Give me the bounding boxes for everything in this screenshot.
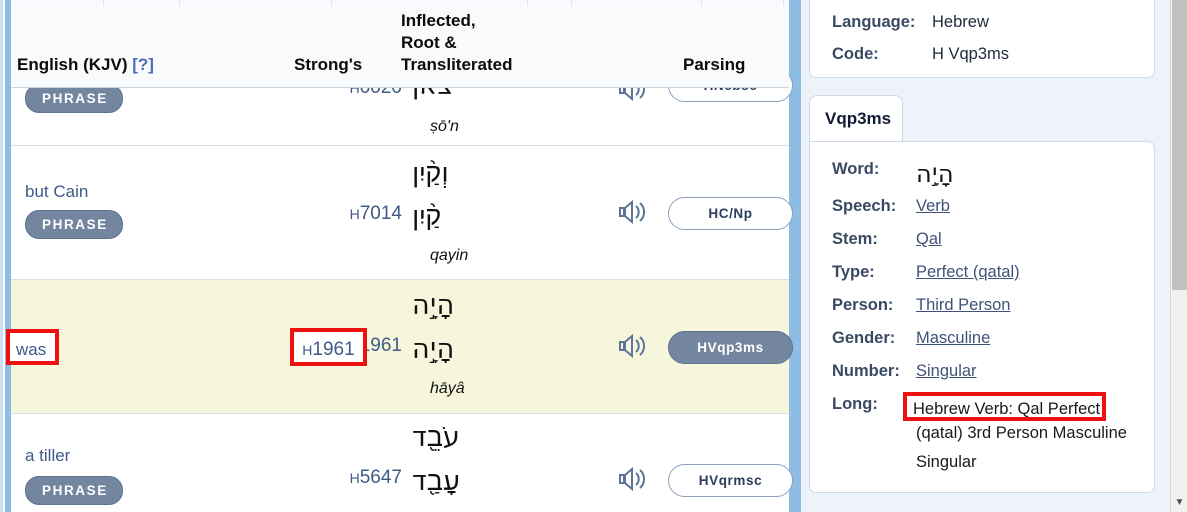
detail-label-type: Type:: [832, 263, 875, 281]
detail-label-gender: Gender:: [832, 329, 896, 347]
morphology-detail-card: Word: הָיָ֣ה Speech: Verb Stem: Qal Type…: [809, 141, 1155, 493]
hebrew-inflected[interactable]: עֹבֵ֖ד: [412, 422, 460, 453]
strongs-digits: 7014: [359, 203, 402, 224]
detail-value-word: הָיָ֣ה: [916, 160, 954, 188]
code-value-row: H Vqp3ms: [932, 45, 1009, 64]
row-audio-cell: [611, 414, 663, 512]
row-english-cell: but Cain PHRASE: [17, 146, 282, 279]
hebrew-root[interactable]: קַ֨יִן: [412, 201, 441, 232]
strongs-prefix: H: [349, 470, 360, 486]
row-strongs-cell: H7014: [282, 146, 402, 279]
strongs-prefix: H: [349, 206, 360, 222]
help-question-link[interactable]: [?]: [132, 55, 154, 74]
phrase-badge[interactable]: PHRASE: [25, 476, 123, 505]
scrollbar-down-arrow-icon[interactable]: ▼: [1171, 494, 1187, 512]
interlinear-table-pane: PHRASE H0020 צֹאן ṣō'n: [0, 0, 795, 512]
column-header-translit-line2: Root &: [401, 33, 457, 52]
table-row-selected[interactable]: was H1961 הָיָ֣ה הָיָ֣ה hāyâ: [11, 280, 793, 414]
annotation-text-strongs-h1961: H1961: [294, 339, 363, 361]
strongs-number[interactable]: H5647: [350, 467, 402, 489]
parsing-badge[interactable]: HVqrmsc: [668, 464, 793, 497]
vertical-scrollbar[interactable]: ▼: [1170, 0, 1187, 512]
detail-label-stem: Stem:: [832, 230, 878, 248]
app-root: PHRASE H0020 צֹאן ṣō'n: [0, 0, 1187, 512]
detail-value-speech[interactable]: Verb: [916, 197, 950, 216]
annotation-text-english-was: was: [16, 340, 47, 359]
panel-left-blue-rail: [795, 0, 801, 512]
annotation-box-long-description: Hebrew Verb: Qal Perfect: [903, 392, 1106, 421]
column-header-strongs[interactable]: Strong's: [294, 54, 362, 76]
transliteration: ṣō'n: [430, 118, 459, 135]
hebrew-root[interactable]: עָבַ֖ד: [412, 466, 460, 497]
detail-label-number: Number:: [832, 362, 900, 380]
detail-value-long-line3: Singular: [916, 453, 977, 471]
pane-left-edge-strip: [0, 0, 3, 512]
detail-label-word: Word:: [832, 160, 880, 178]
row-hebrew-cell: וְקַ֨יִן קַ֨יִן qayin: [406, 146, 586, 279]
annotation-text-long-description: Hebrew Verb: Qal Perfect: [913, 400, 1101, 418]
language-row: Language:: [832, 13, 915, 32]
detail-label-person: Person:: [832, 296, 894, 314]
strongs-number[interactable]: H7014: [350, 203, 402, 225]
parsing-badge[interactable]: HC/Np: [668, 197, 793, 230]
language-value: Hebrew: [932, 13, 989, 31]
code-value: H Vqp3ms: [932, 45, 1010, 63]
column-header-english[interactable]: English (KJV) [?]: [17, 54, 154, 76]
phrase-badge[interactable]: PHRASE: [25, 210, 123, 239]
transliteration: hāyâ: [430, 380, 465, 397]
table-row[interactable]: a tiller PHRASE H5647 עֹבֵ֖ד עָבַ֖ד HVqr…: [11, 414, 793, 512]
language-code-card: Language: Hebrew Code: H Vqp3ms: [809, 0, 1155, 78]
column-header-parsing[interactable]: Parsing: [683, 54, 745, 76]
hebrew-inflected[interactable]: וְקַ֨יִן: [412, 158, 449, 189]
annotation-box-strongs-h1961: H1961: [290, 328, 367, 366]
code-label: Code:: [832, 45, 879, 63]
strongs-digits: 5647: [359, 467, 402, 488]
interlinear-table: PHRASE H0020 צֹאן ṣō'n: [11, 0, 793, 512]
row-hebrew-cell: עֹבֵ֖ד עָבַ֖ד: [406, 414, 586, 512]
hebrew-inflected[interactable]: הָיָ֣ה: [412, 290, 454, 321]
row-parsing-cell: HC/Np: [666, 146, 793, 279]
detail-value-person[interactable]: Third Person: [916, 296, 1010, 315]
speaker-icon[interactable]: [617, 466, 649, 497]
annotation-strongs-digits: 1961: [312, 339, 355, 360]
detail-value-gender[interactable]: Masculine: [916, 329, 990, 348]
row-strongs-cell: H5647: [282, 414, 402, 512]
morphology-details-pane: Language: Hebrew Code: H Vqp3ms Vqp3ms W…: [795, 0, 1187, 512]
phrase-badge[interactable]: PHRASE: [25, 84, 123, 113]
detail-label-long: Long:: [832, 395, 878, 413]
row-parsing-cell: HVqrmsc: [666, 414, 793, 512]
table-row[interactable]: but Cain PHRASE H7014 וְקַ֨יִן קַ֨יִן qa…: [11, 146, 793, 280]
column-header-translit-line1: Inflected,: [401, 11, 476, 30]
parsing-badge-selected[interactable]: HVqp3ms: [668, 331, 793, 364]
language-value-row: Hebrew: [932, 13, 989, 32]
row-english-cell: a tiller PHRASE: [17, 414, 282, 512]
code-row: Code:: [832, 45, 879, 64]
detail-value-stem[interactable]: Qal: [916, 230, 942, 249]
detail-value-type[interactable]: Perfect (qatal): [916, 263, 1020, 282]
tab-vqp3ms[interactable]: Vqp3ms: [809, 95, 903, 142]
language-label: Language:: [832, 13, 916, 31]
column-header-english-label: English (KJV): [17, 55, 128, 74]
english-word[interactable]: but Cain: [25, 182, 88, 202]
scrollbar-thumb[interactable]: [1172, 0, 1187, 290]
annotation-box-english-was: was: [6, 329, 59, 365]
annotation-strongs-prefix: H: [302, 342, 313, 358]
detail-label-speech: Speech:: [832, 197, 897, 215]
english-word[interactable]: a tiller: [25, 446, 70, 466]
table-column-header: English (KJV) [?] Strong's Inflected, Ro…: [11, 6, 789, 88]
speaker-icon[interactable]: [617, 333, 649, 364]
column-header-translit-line3: Transliterated: [401, 55, 513, 74]
speaker-icon[interactable]: [617, 199, 649, 230]
row-hebrew-cell: הָיָ֣ה הָיָ֣ה hāyâ: [406, 280, 586, 413]
detail-value-number[interactable]: Singular: [916, 362, 977, 381]
transliteration: qayin: [430, 247, 469, 264]
column-header-transliterated[interactable]: Inflected, Root & Transliterated: [401, 10, 561, 76]
row-audio-cell: [611, 280, 663, 413]
row-audio-cell: [611, 146, 663, 279]
hebrew-root[interactable]: הָיָ֣ה: [412, 334, 454, 365]
row-parsing-cell: HVqp3ms: [666, 280, 793, 413]
tab-vqp3ms-label: Vqp3ms: [825, 109, 892, 128]
detail-value-long-line2: (qatal) 3rd Person Masculine: [916, 424, 1127, 442]
